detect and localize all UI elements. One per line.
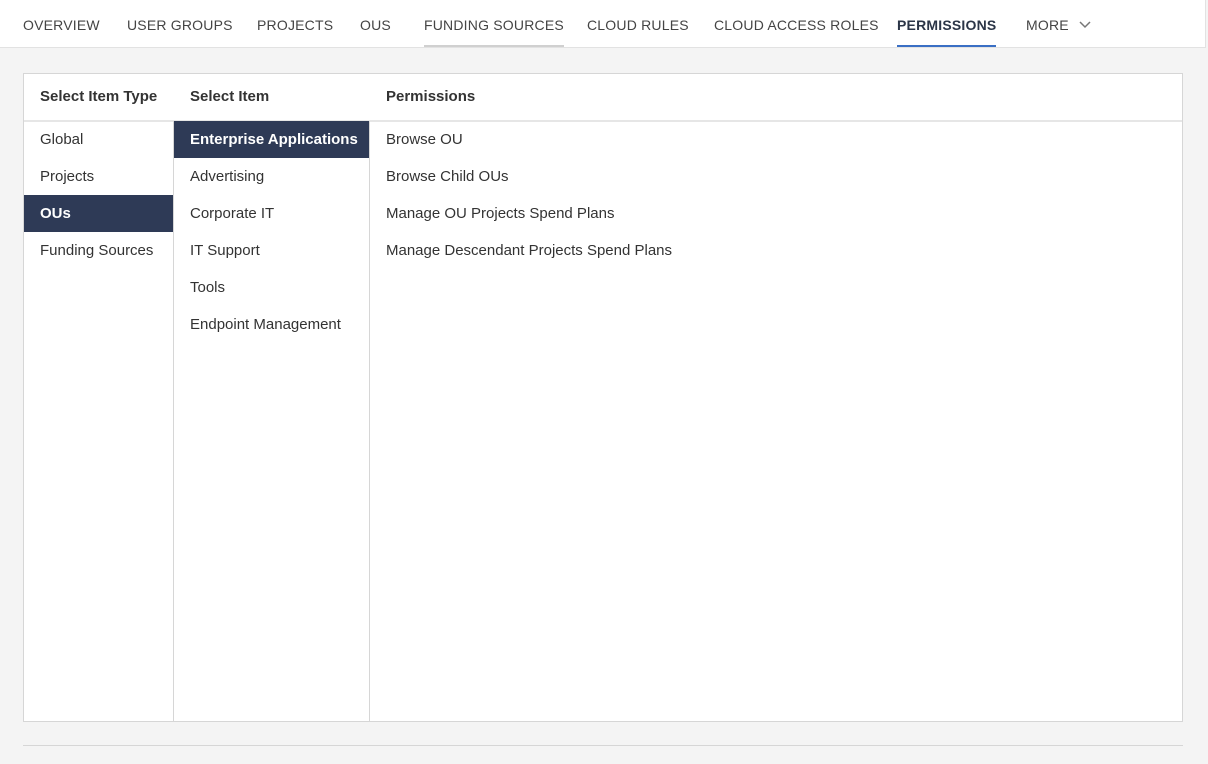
tab-overview[interactable]: OVERVIEW <box>23 0 100 48</box>
header-select-item-type: Select Item Type <box>40 88 158 105</box>
tab-more[interactable]: MORE <box>1026 0 1091 48</box>
item-type-projects[interactable]: Projects <box>24 158 173 195</box>
item-enterprise-applications[interactable]: Enterprise Applications <box>174 121 369 158</box>
item-tools[interactable]: Tools <box>174 269 369 306</box>
tab-user-groups[interactable]: USER GROUPS <box>127 0 233 48</box>
item-endpoint-management[interactable]: Endpoint Management <box>174 306 369 343</box>
tab-more-label: MORE <box>1026 17 1069 33</box>
tab-cloud-access-roles[interactable]: CLOUD ACCESS ROLES <box>714 0 879 48</box>
tab-permissions[interactable]: PERMISSIONS <box>897 0 997 48</box>
footer-divider <box>23 745 1183 746</box>
permission-manage-descendant-projects-spend-plans: Manage Descendant Projects Spend Plans <box>386 242 673 259</box>
header-select-item: Select Item <box>190 88 270 105</box>
item-corporate-it[interactable]: Corporate IT <box>174 195 369 232</box>
column-divider <box>369 121 370 722</box>
permission-browse-ou: Browse OU <box>386 131 463 148</box>
tab-funding-sources[interactable]: FUNDING SOURCES <box>424 0 564 48</box>
tab-bar: OVERVIEW USER GROUPS PROJECTS OUS FUNDIN… <box>0 0 1206 48</box>
permissions-panel: Select Item Type Select Item Permissions… <box>23 73 1183 722</box>
item-it-support[interactable]: IT Support <box>174 232 369 269</box>
permission-browse-child-ous: Browse Child OUs <box>386 168 509 185</box>
item-type-funding-sources[interactable]: Funding Sources <box>24 232 173 269</box>
chevron-down-icon <box>1079 21 1091 28</box>
tab-cloud-rules[interactable]: CLOUD RULES <box>587 0 689 48</box>
item-type-ous[interactable]: OUs <box>24 195 173 232</box>
tab-ous[interactable]: OUS <box>360 0 391 48</box>
item-advertising[interactable]: Advertising <box>174 158 369 195</box>
item-type-global[interactable]: Global <box>24 121 173 158</box>
tab-projects[interactable]: PROJECTS <box>257 0 333 48</box>
permission-manage-ou-projects-spend-plans: Manage OU Projects Spend Plans <box>386 205 615 222</box>
header-permissions: Permissions <box>386 88 476 105</box>
